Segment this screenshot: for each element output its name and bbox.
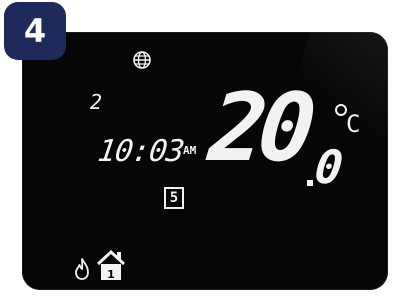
temperature-unit: C bbox=[346, 110, 361, 138]
step-number-badge: 4 bbox=[4, 2, 66, 60]
flame-icon bbox=[75, 258, 89, 280]
temperature-whole: 20 bbox=[204, 74, 313, 183]
clock-meridiem: AM bbox=[183, 144, 197, 157]
thermostat-display: 2 10:03 AM 5 20 0 C 1 bbox=[22, 32, 388, 290]
globe-icon bbox=[133, 51, 151, 69]
zone-number: 1 bbox=[107, 268, 115, 281]
clock-time: 10:03 bbox=[95, 134, 186, 169]
temperature-decimal-point bbox=[307, 180, 313, 186]
degree-symbol bbox=[335, 104, 347, 116]
program-number: 5 bbox=[164, 187, 184, 209]
home-icon: 1 bbox=[96, 249, 126, 281]
temperature-decimal: 0 bbox=[312, 140, 346, 194]
day-of-week: 2 bbox=[90, 90, 103, 114]
